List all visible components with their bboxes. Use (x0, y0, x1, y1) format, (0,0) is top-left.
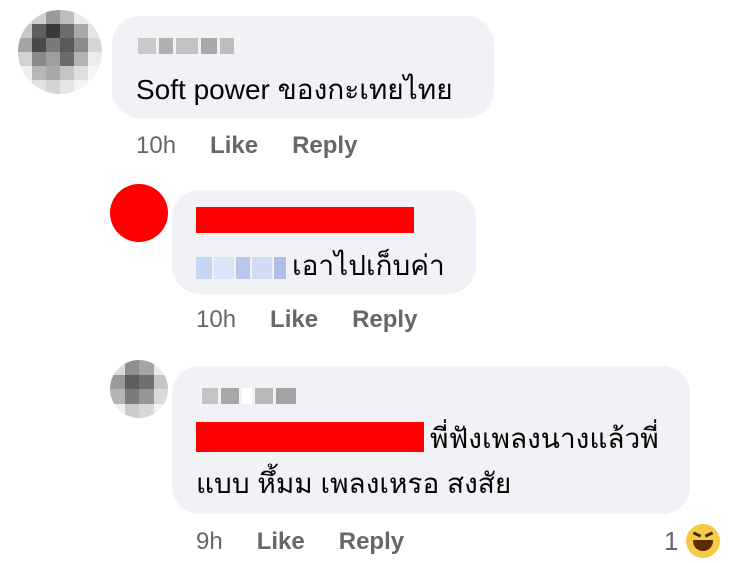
redacted-mention (196, 422, 424, 452)
reaction-summary[interactable]: 1 (664, 522, 723, 560)
reply-button[interactable]: Reply (339, 528, 404, 556)
avatar[interactable] (18, 10, 102, 94)
comment-bubble: เอาไปเก็บค่า (172, 190, 476, 294)
redacted-author-name (196, 207, 414, 233)
comment-timestamp[interactable]: 10h (196, 306, 236, 334)
comment-timestamp[interactable]: 9h (196, 528, 223, 556)
reaction-count: 1 (664, 525, 679, 556)
comment-text-row: เอาไปเก็บค่า (196, 248, 445, 284)
author-name[interactable] (202, 388, 296, 404)
comment-text: เอาไปเก็บค่า (292, 250, 445, 281)
author-name[interactable] (138, 38, 234, 54)
avatar[interactable] (110, 184, 168, 242)
haha-emoji-icon (684, 522, 723, 560)
reply-button[interactable]: Reply (352, 306, 417, 334)
like-button[interactable]: Like (270, 306, 318, 334)
comment-text: Soft power ของกะเทยไทย (136, 74, 453, 105)
like-button[interactable]: Like (210, 132, 258, 160)
comment-timestamp[interactable]: 10h (136, 132, 176, 160)
comment-bubble: Soft power ของกะเทยไทย (112, 16, 494, 118)
like-button[interactable]: Like (257, 528, 305, 556)
mention-link[interactable] (196, 256, 286, 279)
reply-button[interactable]: Reply (292, 132, 357, 160)
comment-text-line-2: แบบ หึ้มม เพลงเหรอ สงสัย (196, 468, 512, 499)
comment-bubble: พี่ฟังเพลงนางแล้วพี่ แบบ หึ้มม เพลงเหรอ … (172, 366, 690, 514)
comment-text-line-1: พี่ฟังเพลงนางแล้วพี่ (430, 423, 659, 454)
avatar[interactable] (110, 360, 168, 418)
